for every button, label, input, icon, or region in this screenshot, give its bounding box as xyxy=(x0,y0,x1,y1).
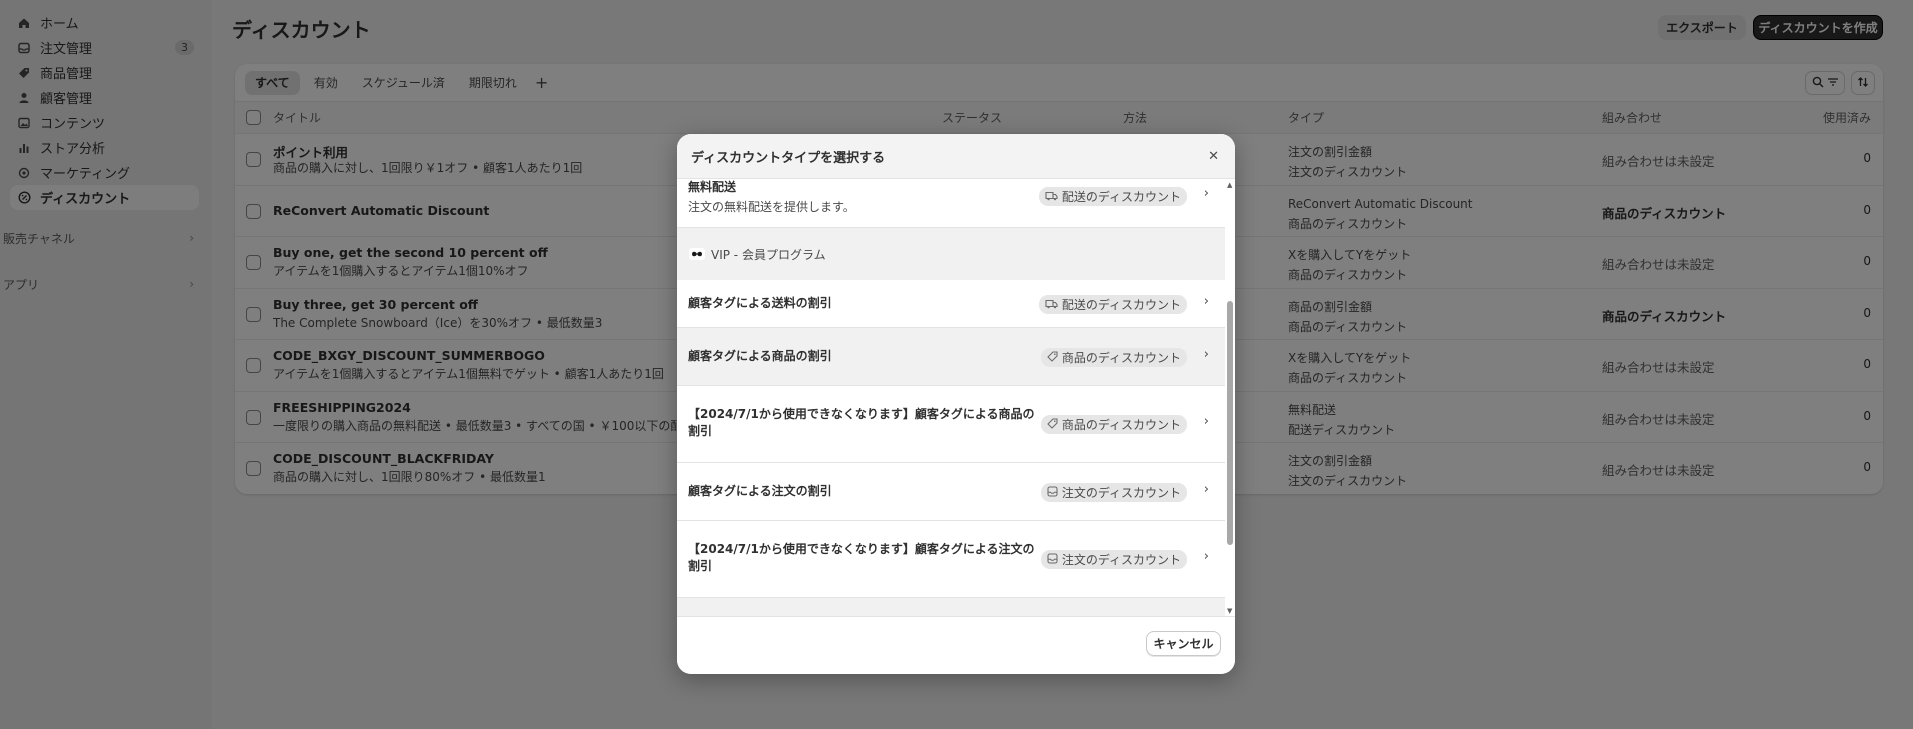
pill-label: 配送のディスカウント xyxy=(1061,190,1181,204)
order-discount-pill: 注文のディスカウント xyxy=(1040,483,1187,502)
modal-option-list: 無料配送 注文の無料配送を提供します。 配送のディスカウント › VIP - 会… xyxy=(677,179,1225,616)
truck-icon xyxy=(1045,298,1058,312)
app-group-label: VIP - 会員プログラム xyxy=(711,247,826,262)
option-title: 顧客タグによる商品の割引 xyxy=(688,349,832,363)
close-icon[interactable]: ✕ xyxy=(1208,149,1219,164)
pill-label: 商品のディスカウント xyxy=(1061,351,1181,365)
product-discount-pill: 商品のディスカウント xyxy=(1040,348,1187,367)
shipping-discount-pill: 配送のディスカウント xyxy=(1038,187,1187,206)
option-description: 注文の無料配送を提供します。 xyxy=(688,200,855,214)
option-title: 顧客タグによる送料の割引 xyxy=(688,296,832,310)
inbox-icon xyxy=(1047,552,1058,567)
modal-header: ディスカウントタイプを選択する ✕ xyxy=(677,134,1235,179)
option-free-shipping[interactable]: 無料配送 注文の無料配送を提供します。 配送のディスカウント › xyxy=(677,179,1225,228)
product-discount-pill: 商品のディスカウント xyxy=(1040,415,1187,434)
option-customer-tag-order[interactable]: 顧客タグによる注文の割引 注文のディスカウント › xyxy=(677,463,1225,521)
modal-title: ディスカウントタイプを選択する xyxy=(691,150,886,166)
option-customer-tag-shipping[interactable]: 顧客タグによる送料の割引 配送のディスカウント › xyxy=(677,280,1225,328)
app-group-header: VIP - 会員プログラム xyxy=(677,228,1225,280)
discount-type-modal: ディスカウントタイプを選択する ✕ 無料配送 注文の無料配送を提供します。 配送… xyxy=(677,134,1235,674)
pill-label: 注文のディスカウント xyxy=(1061,486,1181,500)
modal-scrollbar[interactable]: ▲ ▼ xyxy=(1225,179,1235,616)
pill-label: 注文のディスカウント xyxy=(1061,553,1181,567)
inbox-icon xyxy=(1047,485,1058,500)
next-section-edge xyxy=(677,598,1225,616)
option-title: 顧客タグによる注文の割引 xyxy=(688,484,832,498)
option-title: 無料配送 xyxy=(688,180,737,194)
app-logo-icon xyxy=(689,248,705,260)
option-customer-tag-product-deprecated[interactable]: 【2024/7/1から使用できなくなります】顧客タグによる商品の割引 商品のディ… xyxy=(677,386,1225,463)
cancel-button[interactable]: キャンセル xyxy=(1146,631,1221,656)
chevron-right-icon: › xyxy=(1203,482,1209,497)
pill-label: 商品のディスカウント xyxy=(1061,418,1181,432)
tag-icon xyxy=(1047,417,1058,432)
chevron-right-icon: › xyxy=(1203,347,1209,362)
option-title: 【2024/7/1から使用できなくなります】顧客タグによる商品の割引 xyxy=(688,407,1035,438)
tag-icon xyxy=(1047,350,1058,365)
scroll-up-icon[interactable]: ▲ xyxy=(1227,181,1232,189)
order-discount-pill: 注文のディスカウント xyxy=(1040,550,1187,569)
chevron-right-icon: › xyxy=(1203,414,1209,429)
shipping-discount-pill: 配送のディスカウント xyxy=(1038,295,1187,314)
option-customer-tag-product[interactable]: 顧客タグによる商品の割引 商品のディスカウント › xyxy=(677,328,1225,386)
scroll-down-icon[interactable]: ▼ xyxy=(1227,607,1232,615)
modal-footer: キャンセル xyxy=(677,616,1235,674)
chevron-right-icon: › xyxy=(1203,294,1209,309)
option-title: 【2024/7/1から使用できなくなります】顧客タグによる注文の割引 xyxy=(688,542,1035,573)
chevron-right-icon: › xyxy=(1203,186,1209,201)
pill-label: 配送のディスカウント xyxy=(1061,298,1181,312)
chevron-right-icon: › xyxy=(1203,549,1209,564)
option-customer-tag-order-deprecated[interactable]: 【2024/7/1から使用できなくなります】顧客タグによる注文の割引 注文のディ… xyxy=(677,521,1225,598)
truck-icon xyxy=(1045,190,1058,204)
scrollbar-thumb[interactable] xyxy=(1227,301,1233,545)
